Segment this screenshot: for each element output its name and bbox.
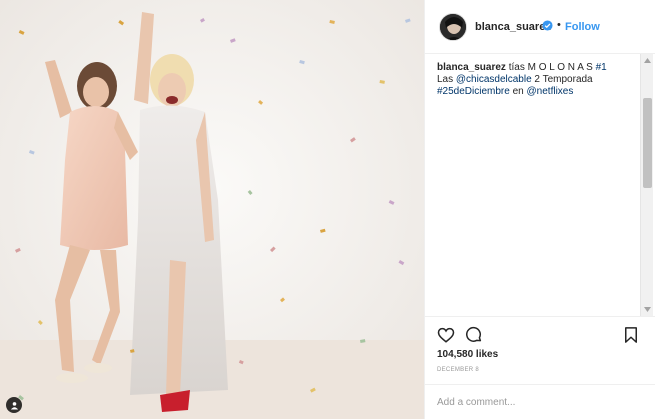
likes-count[interactable]: 104,580 likes [437, 349, 498, 360]
comment-input[interactable] [437, 395, 617, 409]
post-actions [425, 316, 655, 352]
scrollbar-thumb[interactable] [643, 98, 652, 188]
caption-hashtag-2[interactable]: #25deDiciembre [437, 86, 510, 97]
verified-badge-icon [542, 20, 553, 31]
scrollbar[interactable] [640, 54, 653, 316]
scroll-down-arrow-icon[interactable] [641, 303, 654, 316]
caption-text-1: tías M O L O N A S [508, 62, 596, 73]
separator-dot: • [557, 19, 561, 31]
post-caption: blanca_suarez tías M O L O N A S #1 Las … [437, 62, 637, 98]
caption-text-4: en [509, 86, 527, 97]
caption-text-2: Las [437, 74, 456, 85]
post-date[interactable]: DECEMBER 8 [437, 367, 479, 373]
heart-icon[interactable] [437, 326, 455, 344]
caption-author[interactable]: blanca_suarez [437, 62, 506, 73]
post-header: blanca_suarez • Follow [425, 0, 655, 54]
scroll-up-arrow-icon[interactable] [641, 54, 654, 67]
caption-mention-1[interactable]: @chicasdelcable [456, 74, 532, 85]
post-side-panel: blanca_suarez • Follow blanca_suarez tía… [424, 0, 655, 419]
user-tag-icon[interactable] [6, 397, 22, 413]
photo-image [0, 0, 424, 419]
comment-section [425, 384, 655, 419]
caption-hashtag-1[interactable]: #1 [596, 62, 607, 73]
bookmark-icon[interactable] [622, 326, 640, 344]
avatar[interactable] [439, 13, 467, 41]
post-photo[interactable] [0, 0, 424, 419]
follow-button[interactable]: Follow [565, 21, 600, 33]
caption-mention-2[interactable]: @netflixes [527, 86, 574, 97]
caption-text-3: 2 Temporada [531, 74, 593, 85]
author-username[interactable]: blanca_suarez [475, 21, 551, 33]
comment-bubble-icon[interactable] [465, 326, 483, 344]
